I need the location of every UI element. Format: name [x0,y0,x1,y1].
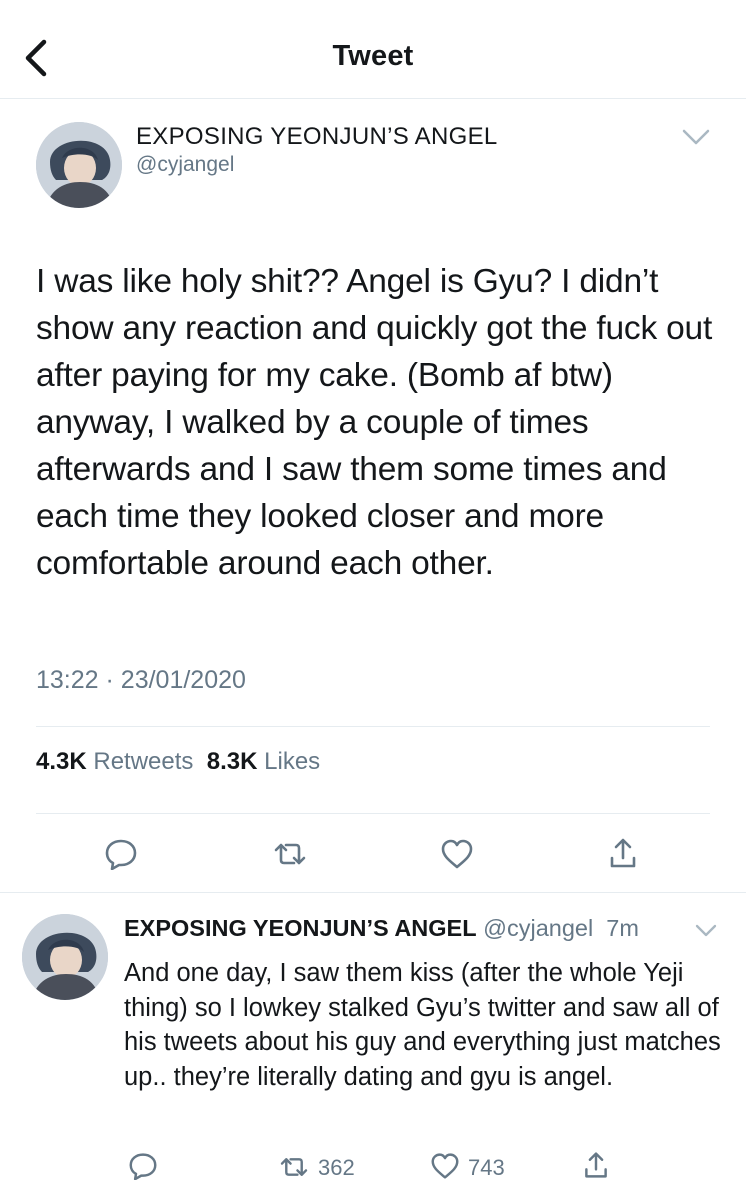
tweet-text: I was like holy shit?? Angel is Gyu? I d… [36,263,713,582]
retweet-icon[interactable] [278,1155,310,1179]
tweet-date: 23/01/2020 [120,666,246,694]
like-icon[interactable] [430,1152,460,1180]
like-icon[interactable] [440,838,474,870]
avatar[interactable] [36,122,122,208]
reply-author-name[interactable]: EXPOSING YEONJUN’S ANGEL [124,915,477,941]
page-title: Tweet [332,40,414,72]
tweet-timestamp: 13:22 · 23/01/2020 [36,666,246,695]
divider [36,726,710,727]
retweets-count: 4.3K [36,748,87,775]
reply-retweet-count: 362 [318,1155,355,1180]
retweet-icon[interactable] [272,840,308,868]
likes-count: 8.3K [206,748,258,775]
separator-dot: · [105,666,114,694]
reply-time: 7m [606,915,639,941]
retweets-label: Retweets [93,748,194,775]
engagement-stats: 4.3K Retweets 8.3K Likes [36,748,320,776]
reply-text: And one day, I saw them kiss (after the … [124,959,721,1091]
share-icon[interactable] [582,1150,610,1180]
tweet-time: 13:22 [36,666,99,694]
divider [0,892,746,893]
share-icon[interactable] [607,836,639,870]
likes-stat[interactable]: 8.3K Likes [207,748,320,775]
top-bar: Tweet [0,0,746,99]
author-handle[interactable]: @cyjangel [136,153,234,177]
reply-icon[interactable] [104,838,138,870]
avatar[interactable] [22,914,108,1000]
retweets-stat[interactable]: 4.3K Retweets [36,748,193,775]
reply-like-count: 743 [468,1155,505,1180]
author-name[interactable]: EXPOSING YEONJUN’S ANGEL [136,123,498,151]
reply-author-handle[interactable]: @cyjangel [483,915,593,941]
likes-label: Likes [264,748,321,775]
chevron-down-icon[interactable] [680,124,712,150]
reply-icon[interactable] [128,1152,158,1180]
chevron-down-icon[interactable] [693,921,719,941]
reply-header: EXPOSING YEONJUN’S ANGEL @cyjangel 7m [124,915,639,942]
divider [36,813,710,814]
